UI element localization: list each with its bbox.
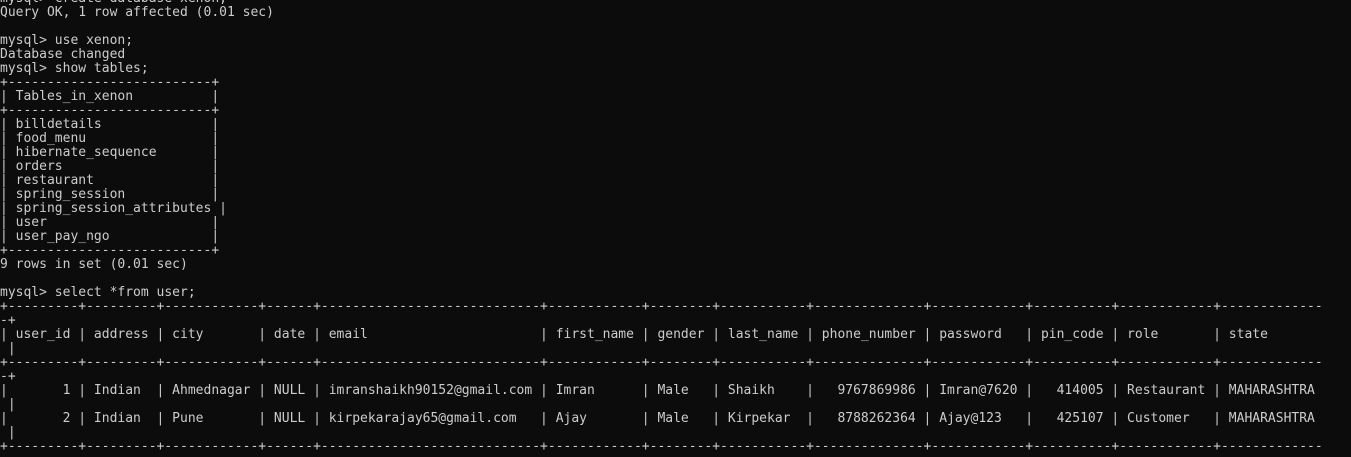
terminal-output[interactable]: mysql> create database xenon;Query OK, 1… — [0, 0, 1351, 454]
terminal-line: | restaurant | — [0, 174, 220, 188]
terminal-line: Database changed — [0, 48, 126, 62]
terminal-line: Query OK, 1 row affected (0.01 sec) — [0, 6, 274, 20]
terminal-line: | Tables_in_xenon | — [0, 90, 220, 104]
terminal-line: | 1 | Indian | Ahmednagar | NULL | imran… — [0, 384, 1315, 398]
terminal-line: | food_menu | — [0, 132, 220, 146]
terminal-line: -+ — [0, 370, 16, 384]
terminal-line: +--------------------------+ — [0, 104, 220, 118]
terminal-line: | — [0, 426, 16, 440]
terminal-line: +---------+---------+------------+------… — [0, 356, 1323, 370]
terminal-line: mysql> select *from user; — [0, 286, 196, 300]
terminal-line: | hibernate_sequence | — [0, 146, 220, 160]
terminal-line: | user_id | address | city | date | emai… — [0, 328, 1268, 342]
terminal-line: 9 rows in set (0.01 sec) — [0, 258, 188, 272]
terminal-line: | user | — [0, 216, 220, 230]
terminal-line: | orders | — [0, 160, 220, 174]
terminal-line: | — [0, 398, 16, 412]
terminal-line: mysql> use xenon; — [0, 34, 134, 48]
terminal-line: | — [0, 342, 16, 356]
terminal-line: mysql> show tables; — [0, 62, 149, 76]
terminal-line: +--------------------------+ — [0, 244, 220, 258]
terminal-line: -+ — [0, 314, 16, 328]
terminal-line: +---------+---------+------------+------… — [0, 440, 1323, 454]
terminal-line: | spring_session | — [0, 188, 220, 202]
terminal-line: | user_pay_ngo | — [0, 230, 220, 244]
terminal-line: +--------------------------+ — [0, 76, 220, 90]
terminal-line: | billdetails | — [0, 118, 220, 132]
terminal-line: | 2 | Indian | Pune | NULL | kirpekaraja… — [0, 412, 1315, 426]
terminal-line: +---------+---------+------------+------… — [0, 300, 1323, 314]
terminal-line: | spring_session_attributes | — [0, 202, 227, 216]
